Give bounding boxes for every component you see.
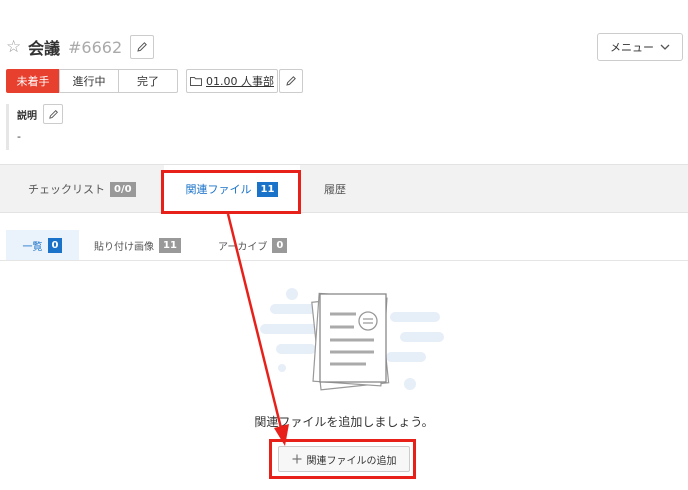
- status-done-button[interactable]: 完了: [118, 69, 178, 93]
- task-title: 会議: [28, 39, 61, 58]
- category-label: 01.00 人事部: [206, 75, 274, 88]
- title-row: ☆ 会議 #6662: [6, 35, 155, 59]
- pencil-icon: [286, 76, 296, 86]
- pencil-icon: [48, 109, 58, 119]
- highlight-box-add-button: [269, 439, 416, 479]
- empty-state-message: 関連ファイルを追加しましょう。: [254, 415, 434, 429]
- tab-label: チェックリスト: [28, 183, 105, 196]
- edit-description-button[interactable]: [43, 104, 63, 124]
- edit-title-button[interactable]: [130, 35, 155, 59]
- folder-icon: [190, 77, 202, 86]
- tab-history[interactable]: 履歴: [324, 165, 346, 213]
- menu-button[interactable]: メニュー: [597, 33, 683, 61]
- highlight-box-tab: [161, 170, 301, 214]
- subtab-label: アーカイブ: [218, 241, 268, 253]
- subtab-label: 貼り付け画像: [94, 241, 154, 253]
- description-label: 説明: [17, 110, 37, 122]
- subtab-label: 一覧: [22, 241, 43, 253]
- task-id: #6662: [68, 37, 123, 57]
- star-icon[interactable]: ☆: [6, 38, 24, 56]
- edit-category-button[interactable]: [279, 69, 303, 93]
- tab-count-badge: 0/0: [110, 181, 136, 197]
- subtab-count-badge: 0: [272, 237, 288, 253]
- tab-bar: チェックリスト 0/0 関連ファイル 11 履歴: [0, 164, 688, 213]
- description-section: 説明 -: [6, 104, 63, 150]
- tab-label: 履歴: [324, 183, 346, 196]
- status-group: 未着手 進行中 完了: [6, 69, 178, 93]
- chevron-down-icon: [660, 44, 670, 50]
- category-link[interactable]: 01.00 人事部: [186, 69, 278, 93]
- empty-files-illustration: [260, 288, 444, 391]
- subtab-list[interactable]: 一覧 0: [6, 230, 79, 260]
- description-value: -: [17, 130, 21, 143]
- subtab-count-badge: 11: [159, 237, 181, 253]
- subtab-count-badge: 0: [47, 237, 63, 253]
- status-in-progress-button[interactable]: 進行中: [59, 69, 119, 93]
- subtab-archive[interactable]: アーカイブ 0: [218, 230, 288, 260]
- pencil-icon: [137, 42, 148, 52]
- menu-label: メニュー: [610, 41, 654, 54]
- subtab-pasted-images[interactable]: 貼り付け画像 11: [94, 230, 181, 260]
- subtab-bar: 一覧 0 貼り付け画像 11 アーカイブ 0: [0, 230, 688, 261]
- status-not-started-button[interactable]: 未着手: [6, 69, 60, 93]
- tab-checklist[interactable]: チェックリスト 0/0: [28, 165, 136, 213]
